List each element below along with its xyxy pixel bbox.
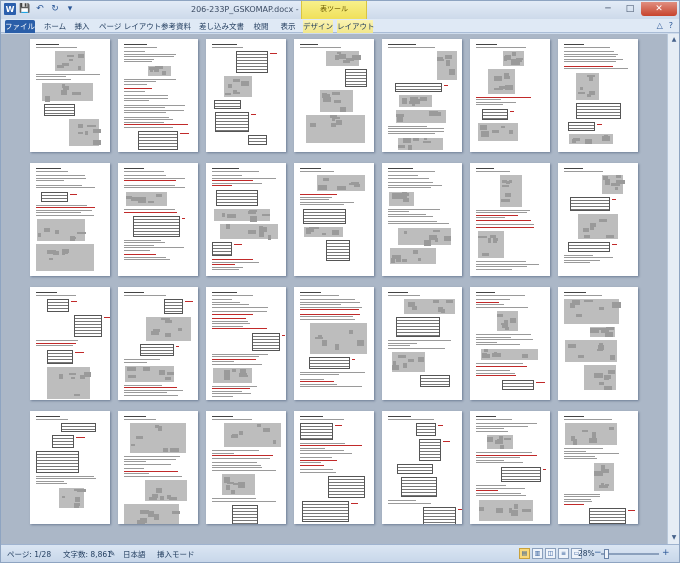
document-page-thumbnail[interactable] bbox=[30, 411, 110, 524]
document-area[interactable]: ▲ ▼ bbox=[1, 34, 679, 544]
tab-table-design[interactable]: デザイン bbox=[303, 20, 333, 33]
full-screen-reading-icon[interactable]: ▥ bbox=[532, 548, 543, 559]
document-page-thumbnail[interactable] bbox=[118, 39, 198, 152]
document-page-thumbnail[interactable] bbox=[470, 411, 550, 524]
tab-page-layout[interactable]: ページ レイアウト bbox=[99, 20, 161, 33]
zoom-in-icon[interactable]: + bbox=[662, 548, 670, 558]
document-page-thumbnail[interactable] bbox=[118, 287, 198, 400]
ribbon-tabs: ファイル ホーム 挿入 ページ レイアウト 参考資料 差し込み文書 校閲 表示 … bbox=[1, 19, 679, 33]
document-page-thumbnail[interactable] bbox=[30, 39, 110, 152]
zoom-level[interactable]: 28% bbox=[578, 549, 595, 558]
proofing-icon[interactable]: ✎ bbox=[109, 549, 115, 558]
tab-table-layout[interactable]: レイアウト bbox=[337, 20, 375, 33]
tab-mailings[interactable]: 差し込み文書 bbox=[199, 20, 244, 33]
tab-view[interactable]: 表示 bbox=[277, 20, 299, 33]
document-page-thumbnail[interactable] bbox=[206, 287, 286, 400]
document-page-thumbnail[interactable] bbox=[30, 287, 110, 400]
tab-insert[interactable]: 挿入 bbox=[71, 20, 93, 33]
print-layout-view-icon[interactable]: ▤ bbox=[519, 548, 530, 559]
minimize-button[interactable]: ─ bbox=[597, 2, 619, 16]
zoom-slider-thumb[interactable] bbox=[603, 549, 609, 559]
customize-qat-icon[interactable]: ▾ bbox=[64, 3, 76, 15]
undo-icon[interactable]: ↶ bbox=[34, 3, 46, 15]
document-page-thumbnail[interactable] bbox=[294, 287, 374, 400]
window-controls: ─ □ ✕ bbox=[597, 2, 677, 16]
tab-home[interactable]: ホーム bbox=[41, 20, 69, 33]
scroll-up-icon[interactable]: ▲ bbox=[669, 35, 679, 45]
word-app-icon[interactable]: W bbox=[4, 3, 16, 15]
status-page-count[interactable]: ページ: 1/28 bbox=[7, 549, 51, 560]
status-language[interactable]: 日本語 bbox=[123, 549, 146, 560]
outline-view-icon[interactable]: ≡ bbox=[558, 548, 569, 559]
document-page-thumbnail[interactable] bbox=[558, 411, 638, 524]
minimize-ribbon-icon[interactable]: △ bbox=[657, 21, 663, 30]
vertical-scrollbar[interactable]: ▲ ▼ bbox=[667, 34, 679, 544]
zoom-slider[interactable] bbox=[601, 553, 659, 555]
document-page-thumbnail[interactable] bbox=[382, 163, 462, 276]
ribbon-right-controls: △ ? bbox=[657, 21, 673, 30]
title-bar: W 💾 ↶ ↻ ▾ 206-233P_GSKOMAP.docx - Micros… bbox=[1, 1, 679, 19]
document-page-thumbnail[interactable] bbox=[294, 163, 374, 276]
document-page-thumbnail[interactable] bbox=[294, 411, 374, 524]
help-icon[interactable]: ? bbox=[669, 21, 673, 30]
document-page-thumbnail[interactable] bbox=[382, 39, 462, 152]
web-layout-icon[interactable]: ◫ bbox=[545, 548, 556, 559]
document-page-thumbnail[interactable] bbox=[294, 39, 374, 152]
document-page-thumbnail[interactable] bbox=[470, 39, 550, 152]
save-icon[interactable]: 💾 bbox=[19, 3, 31, 15]
redo-icon[interactable]: ↻ bbox=[49, 3, 61, 15]
document-page-thumbnail[interactable] bbox=[30, 163, 110, 276]
document-page-thumbnail[interactable] bbox=[206, 163, 286, 276]
status-bar: ページ: 1/28 文字数: 8,861 ✎ 日本語 挿入モード ▤ ▥ ◫ ≡… bbox=[1, 544, 679, 562]
document-page-thumbnail[interactable] bbox=[470, 287, 550, 400]
tab-file[interactable]: ファイル bbox=[5, 20, 35, 33]
document-page-thumbnail[interactable] bbox=[558, 163, 638, 276]
document-page-thumbnail[interactable] bbox=[206, 411, 286, 524]
scroll-down-icon[interactable]: ▼ bbox=[669, 533, 679, 543]
view-buttons: ▤ ▥ ◫ ≡ ▭ bbox=[519, 548, 582, 559]
quick-access-toolbar: W 💾 ↶ ↻ ▾ bbox=[4, 3, 76, 15]
document-page-thumbnail[interactable] bbox=[470, 163, 550, 276]
document-page-thumbnail[interactable] bbox=[382, 411, 462, 524]
tab-references[interactable]: 参考資料 bbox=[159, 20, 193, 33]
document-page-thumbnail[interactable] bbox=[206, 39, 286, 152]
table-tools-context-title: 表ツール bbox=[301, 1, 367, 19]
document-page-thumbnail[interactable] bbox=[118, 411, 198, 524]
word-window: W 💾 ↶ ↻ ▾ 206-233P_GSKOMAP.docx - Micros… bbox=[0, 0, 680, 563]
document-page-thumbnail[interactable] bbox=[382, 287, 462, 400]
maximize-button[interactable]: □ bbox=[619, 2, 641, 16]
tab-review[interactable]: 校閲 bbox=[251, 20, 271, 33]
document-page-thumbnail[interactable] bbox=[558, 287, 638, 400]
close-button[interactable]: ✕ bbox=[641, 2, 677, 16]
document-page-thumbnail[interactable] bbox=[558, 39, 638, 152]
status-word-count[interactable]: 文字数: 8,861 bbox=[63, 549, 112, 560]
document-page-thumbnail[interactable] bbox=[118, 163, 198, 276]
status-insert-mode[interactable]: 挿入モード bbox=[157, 549, 195, 560]
